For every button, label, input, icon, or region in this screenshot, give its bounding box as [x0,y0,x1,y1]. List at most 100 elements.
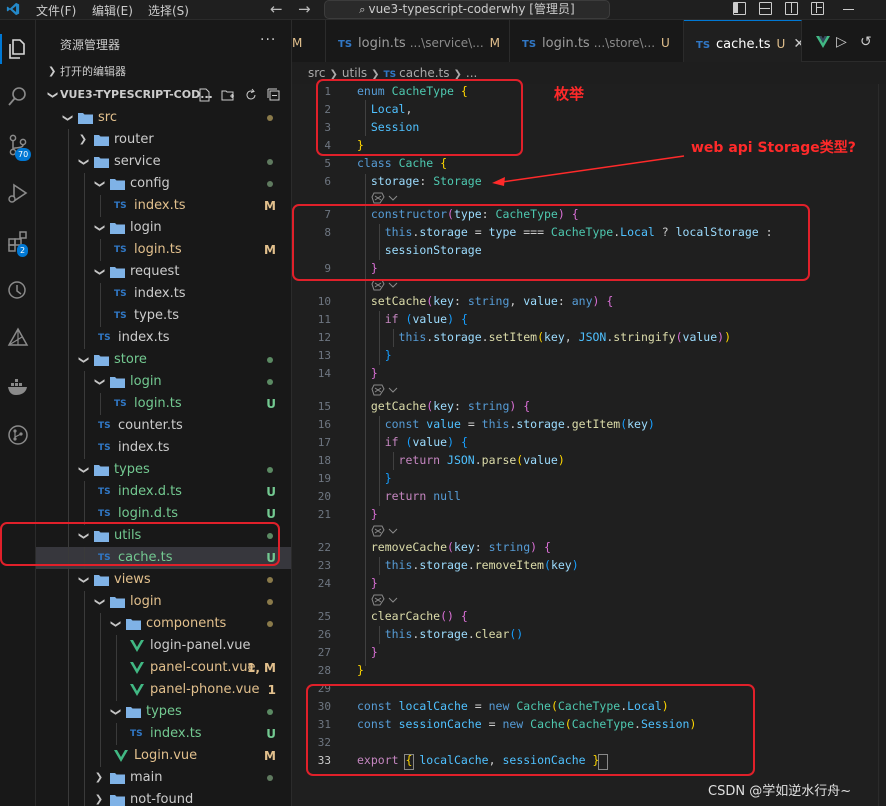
tree-indent-guide [84,481,85,503]
tree-file[interactable]: panel-phone.vue 1 [36,679,291,701]
menu-edit[interactable]: 编辑(E) [92,2,133,19]
testing-icon[interactable] [5,326,31,352]
close-tab-icon[interactable]: ✕ [793,36,801,52]
folder-icon [94,575,109,586]
collapse-all-icon[interactable] [267,88,281,102]
tree-file[interactable]: TS index.ts [36,283,291,305]
tree-indent-guide [84,283,85,305]
minimize-window-icon[interactable] [843,9,854,10]
breadcrumb-file[interactable]: cache.ts [399,66,449,80]
tree-indent-guide [68,327,69,349]
tab-partial[interactable]: M [292,20,326,62]
codelens-icon[interactable] [371,383,401,397]
tab-cache-active[interactable]: TS cache.ts U ✕ [684,20,802,62]
tree-item-label: login [130,220,162,235]
menu-selection[interactable]: 选择(S) [148,2,189,19]
tree-file[interactable]: TS counter.ts [36,415,291,437]
chevron-right-icon: ❯ [94,794,104,805]
toggle-panel-icon[interactable] [759,2,772,15]
line-number: 10 [317,295,331,308]
toggle-secondary-sidebar-icon[interactable] [785,2,798,15]
tree-item-label: service [114,154,161,169]
tree-file[interactable]: Login.vue M [36,745,291,767]
status-dot [267,467,273,473]
folder-icon [110,267,125,278]
tree-indent-guide [68,723,69,745]
tree-folder[interactable]: ❯ src [36,107,291,129]
menu-file[interactable]: 文件(F) [36,2,76,19]
vue-icon[interactable] [816,36,830,48]
tree-file[interactable]: TS login.ts M [36,239,291,261]
tree-indent-guide [84,305,85,327]
run-debug-icon[interactable] [5,180,31,206]
tree-folder[interactable]: ❯ service [36,151,291,173]
tree-folder[interactable]: ❯ config [36,173,291,195]
timeline-icon[interactable]: ↺ [860,34,872,50]
status-dot [267,115,273,121]
codelens-icon[interactable] [371,191,401,205]
tree-item-label: login.ts [134,242,182,257]
refresh-icon[interactable] [244,88,258,102]
new-file-icon[interactable] [198,88,212,102]
breadcrumb-utils[interactable]: utils [342,66,367,80]
git-status-badge: U [266,485,276,499]
tree-folder[interactable]: ❯ views [36,569,291,591]
tree-item-label: types [146,704,182,719]
typescript-icon: TS [522,39,537,50]
git-graph-icon[interactable] [5,422,31,448]
breadcrumb-src[interactable]: src [308,66,326,80]
git-status-badge: M [264,243,276,257]
line-number: 13 [317,349,331,362]
tree-indent-guide [68,481,69,503]
tree-file[interactable]: TS index.d.ts U [36,481,291,503]
codelens-icon[interactable] [371,593,401,607]
tree-folder[interactable]: ❯ main [36,767,291,789]
open-editors-section[interactable]: ❯ 打开的编辑器 [36,61,291,83]
tree-folder[interactable]: ❯ types [36,459,291,481]
docker-icon[interactable] [5,374,31,400]
tree-file[interactable]: TS index.ts U [36,723,291,745]
tree-folder[interactable]: ❯ request [36,261,291,283]
search-icon[interactable] [5,84,31,110]
line-number: 27 [317,646,331,659]
toggle-sidebar-icon[interactable] [733,2,746,15]
tree-item-label: login-panel.vue [150,638,251,653]
tree-file[interactable]: TS index.ts [36,437,291,459]
tree-folder[interactable]: ❯ router [36,129,291,151]
forward-arrow-icon[interactable]: → [298,0,311,18]
breadcrumb-more[interactable]: ... [466,66,477,80]
tree-folder[interactable]: ❯ not-found [36,789,291,806]
tree-file[interactable]: panel-count.vue 1, M [36,657,291,679]
tree-file[interactable]: TS index.ts M [36,195,291,217]
tree-file[interactable]: TS type.ts [36,305,291,327]
command-center-search[interactable]: ⌕ vue3-typescript-coderwhy [管理员] [324,0,610,19]
tree-folder[interactable]: ❯ types [36,701,291,723]
tree-indent-guide [68,569,69,591]
run-icon[interactable]: ▷ [836,34,847,50]
code-line: return null [384,489,461,503]
customize-layout-icon[interactable] [811,2,824,15]
code-line: removeCache(key: string) { [370,540,551,554]
tab-login-store[interactable]: TS login.ts ...\store\... U [510,20,684,62]
tree-folder[interactable]: ❯ store [36,349,291,371]
tree-file[interactable]: login-panel.vue [36,635,291,657]
tree-folder[interactable]: ❯ components [36,613,291,635]
tree-indent-guide [100,657,101,679]
tree-file[interactable]: TS index.ts [36,327,291,349]
tree-file[interactable]: TS login.ts U [36,393,291,415]
tree-folder[interactable]: ❯ login [36,217,291,239]
tab-login-service[interactable]: TS login.ts ...\service\... M [326,20,510,62]
search-icon: ⌕ [359,3,366,16]
remote-explorer-icon[interactable] [5,278,31,304]
tree-item-label: panel-phone.vue [150,682,260,697]
folder-icon [94,135,109,146]
project-section[interactable]: ❯ VUE3-TYPESCRIPT-COD... [36,84,291,106]
tree-folder[interactable]: ❯ login [36,371,291,393]
tree-folder[interactable]: ❯ login [36,591,291,613]
back-arrow-icon[interactable]: ← [270,0,283,18]
more-actions-icon[interactable]: ··· [260,32,276,48]
code-line: getCache(key: string) { [370,399,531,413]
codelens-icon[interactable] [371,524,401,538]
new-folder-icon[interactable] [221,88,235,102]
explorer-icon[interactable] [5,36,31,62]
